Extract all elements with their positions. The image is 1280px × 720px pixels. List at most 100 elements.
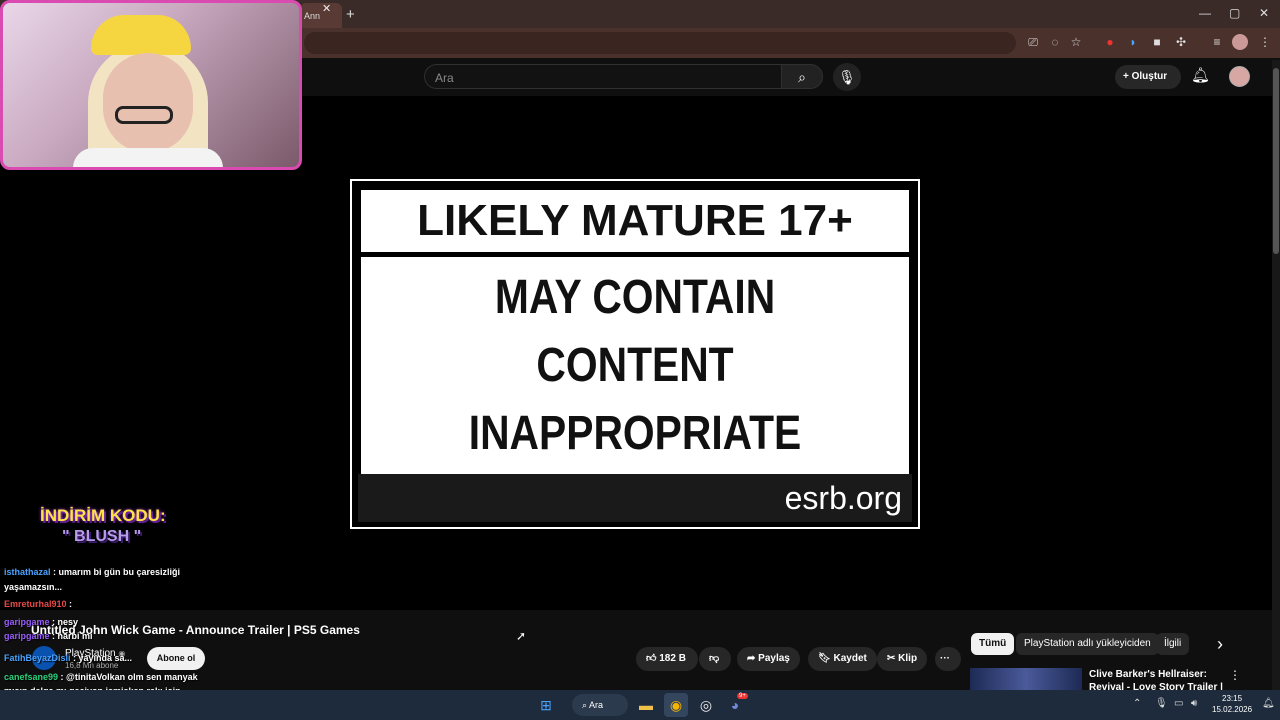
- mouse-cursor-icon: ➚: [516, 629, 527, 643]
- time: 23:15: [1222, 694, 1243, 703]
- tray-chevron-icon[interactable]: ⌃: [1133, 698, 1141, 709]
- browser-tab[interactable]: Ann: [300, 3, 342, 28]
- create-button[interactable]: + Oluştur: [1115, 65, 1181, 89]
- account-avatar[interactable]: [1229, 66, 1250, 87]
- thumbs-up-icon: 👍︎: [646, 653, 660, 664]
- clip-label: Klip: [898, 653, 918, 664]
- chat-message: canefsane99 : @tinitaVolkan olm sen many…: [4, 672, 198, 683]
- new-tab-button[interactable]: +: [346, 6, 355, 23]
- chat-username: FatihBeyazDisli: [4, 653, 71, 663]
- save-button[interactable]: 🔖︎ Kaydet: [808, 647, 877, 671]
- create-label: Oluştur: [1131, 71, 1168, 82]
- bookmark-icon: 🔖︎: [818, 653, 834, 664]
- media-icon[interactable]: ≡: [1209, 34, 1225, 50]
- scrollbar-thumb[interactable]: [1273, 68, 1279, 254]
- esrb-divider: [361, 252, 909, 257]
- chat-text: : yayında sa...: [70, 653, 133, 663]
- chat-text: yaşamazsın...: [4, 582, 63, 592]
- recommendation-title[interactable]: Clive Barker's Hellraiser: Revival - Lov…: [1089, 668, 1229, 690]
- share-icon: ➦: [747, 653, 759, 664]
- kebab-menu-icon[interactable]: ⋮: [1257, 34, 1273, 50]
- chat-message: Emreturhal910 :: [4, 599, 72, 610]
- chrome-icon[interactable]: ◉: [664, 693, 688, 717]
- bell-icon[interactable]: 🔔︎: [1191, 66, 1210, 84]
- star-icon[interactable]: ☆: [1068, 34, 1084, 50]
- cast-icon[interactable]: ⎚: [1025, 34, 1041, 50]
- chat-text: : nesy: [49, 617, 79, 627]
- subscribe-button[interactable]: Abone ol: [147, 647, 205, 670]
- chat-username: Emreturhal910: [4, 599, 67, 609]
- search-icon: ⌕: [798, 69, 806, 85]
- chat-message: FatihBeyazDisli : yayında sa...: [4, 653, 132, 664]
- more-actions-button[interactable]: ···: [935, 647, 961, 671]
- volume-icon[interactable]: 🔊︎: [1191, 698, 1197, 709]
- streamer-face: [103, 53, 193, 153]
- esrb-line: CONTENT INAPPROPRIATE: [468, 339, 802, 460]
- share-button[interactable]: ➦ Paylaş: [737, 647, 800, 671]
- glasses: [115, 106, 173, 124]
- microphone-icon: 🎙: [838, 69, 856, 85]
- extension-dark-icon[interactable]: ■: [1149, 34, 1165, 50]
- chat-message: isthathazal : umarım bi gün bu çaresizli…: [4, 567, 180, 578]
- minimize-button[interactable]: —: [1199, 6, 1211, 20]
- pikachu-hat: [91, 15, 191, 55]
- network-icon[interactable]: ▭: [1174, 698, 1183, 709]
- promo-code: " BLUSH ": [62, 528, 142, 545]
- share-label: Paylaş: [758, 653, 790, 664]
- notifications-icon[interactable]: 🔔︎: [1262, 698, 1275, 709]
- like-button[interactable]: 👍︎ 182 B: [636, 647, 698, 671]
- chat-username: isthathazal: [4, 567, 51, 577]
- file-explorer-icon[interactable]: ▬: [634, 693, 658, 717]
- chat-text: : harbi mi: [49, 631, 93, 641]
- address-bar[interactable]: [304, 32, 1016, 54]
- chat-username: canefsane99: [4, 672, 59, 682]
- chip-all[interactable]: Tümü: [971, 633, 1015, 655]
- taskbar-search[interactable]: ⌕ Ara: [572, 694, 628, 716]
- recommendation-menu-icon[interactable]: ⋮: [1229, 668, 1241, 682]
- search-icon: ⌕: [582, 700, 590, 710]
- microphone-icon[interactable]: 🎙: [1155, 698, 1168, 709]
- clip-button[interactable]: ✂ Klip: [877, 647, 928, 671]
- chat-text: : umarım bi gün bu çaresizliği: [50, 567, 181, 577]
- tab-title: Ann: [304, 11, 321, 21]
- save-label: Kaydet: [833, 653, 867, 664]
- chat-message: garipgame : nesy: [4, 617, 78, 628]
- chevron-right-icon[interactable]: ›: [1217, 634, 1223, 655]
- search-button[interactable]: ⌕: [781, 64, 823, 89]
- taskbar-search-label: Ara: [589, 700, 604, 710]
- search-input[interactable]: Ara: [424, 64, 782, 89]
- like-count: 182 B: [659, 653, 686, 664]
- discord-badge: 9+: [737, 693, 748, 699]
- close-window-button[interactable]: ✕: [1259, 6, 1269, 20]
- date: 15.02.2026: [1212, 705, 1253, 714]
- thumbs-down-icon: 👎︎: [709, 653, 720, 664]
- esrb-rating: LIKELY MATURE 17+: [417, 196, 853, 245]
- chat-message: garipgame : harbi mi: [4, 631, 93, 642]
- maximize-button[interactable]: ▢: [1229, 6, 1240, 20]
- chat-text: : @tinitaVolkan olm sen manyak: [58, 672, 198, 682]
- chat-text: :: [66, 599, 73, 609]
- obs-icon[interactable]: ◎: [694, 693, 718, 717]
- chip-from-uploader[interactable]: PlayStation adlı yükleyiciden: [1016, 633, 1159, 655]
- recommendation-thumbnail[interactable]: [970, 668, 1082, 690]
- promo-title: İNDİRİM KODU:: [40, 506, 166, 525]
- voice-search-button[interactable]: 🎙: [833, 63, 861, 91]
- puzzle-icon[interactable]: ✣: [1173, 34, 1189, 50]
- profile-icon[interactable]: [1232, 34, 1248, 50]
- chat-username: garipgame: [4, 631, 50, 641]
- chat-username: garipgame: [4, 617, 50, 627]
- scissors-icon: ✂: [887, 653, 899, 664]
- esrb-site: esrb.org: [358, 474, 912, 522]
- windows-start-icon[interactable]: ⊞: [534, 693, 558, 717]
- webcam-overlay: [0, 0, 302, 170]
- esrb-line: MAY CONTAIN: [494, 271, 776, 324]
- eye-off-icon[interactable]: ◌: [1047, 34, 1063, 50]
- streamer-shirt: [73, 148, 223, 167]
- tab-close-icon[interactable]: ✕: [322, 2, 331, 15]
- chip-related[interactable]: İlgili: [1156, 633, 1190, 655]
- taskbar-clock[interactable]: 23:15 15.02.2026: [1212, 693, 1252, 715]
- extension-blue-icon[interactable]: ◗: [1125, 34, 1141, 50]
- extension-red-icon[interactable]: ●: [1102, 34, 1118, 50]
- plus-icon: +: [1123, 71, 1132, 82]
- dislike-button[interactable]: 👎︎: [699, 647, 731, 671]
